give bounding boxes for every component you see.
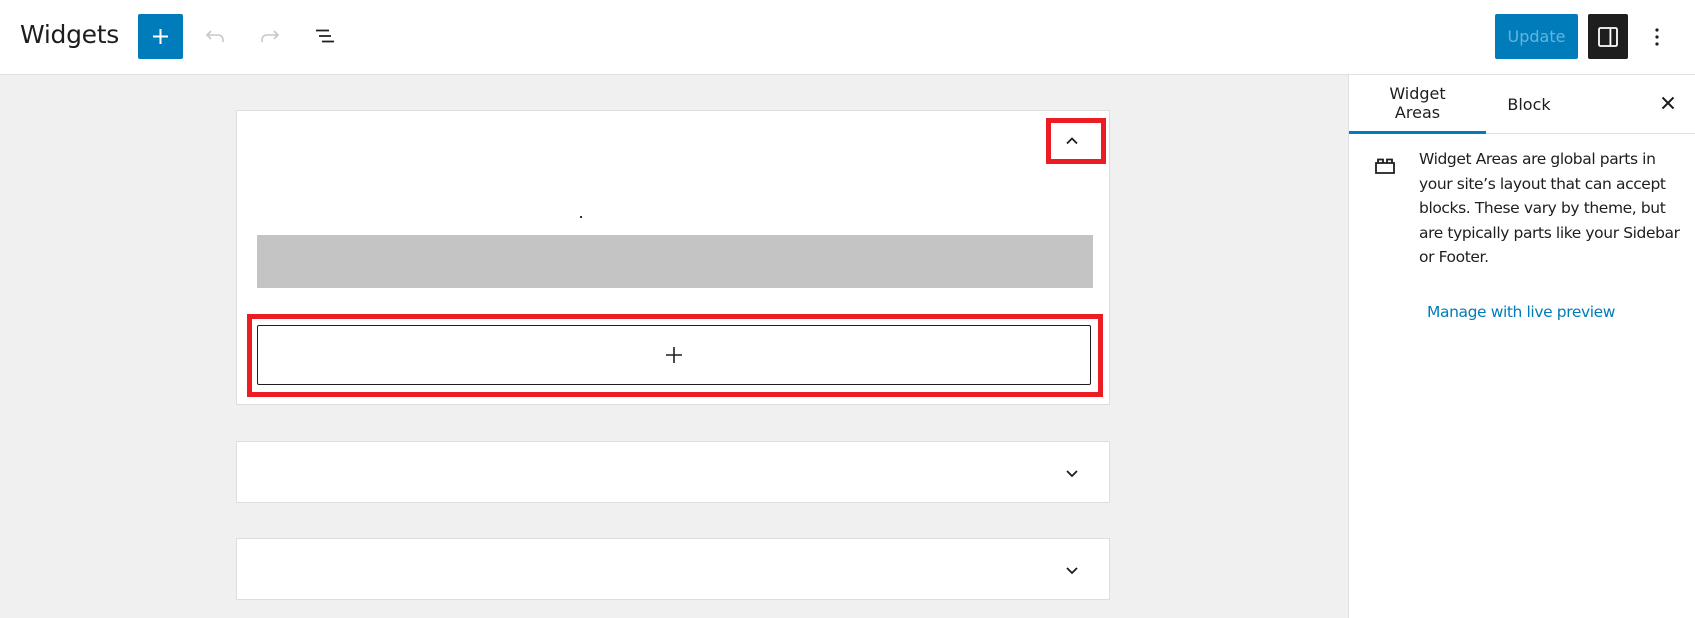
manage-live-preview-link[interactable]: Manage with live preview — [1427, 303, 1615, 321]
close-sidebar-button[interactable] — [1652, 87, 1684, 119]
block-default-icon — [1375, 158, 1395, 174]
sidebar-tabs: Widget Areas Block — [1349, 75, 1695, 134]
list-view-button[interactable] — [303, 14, 348, 59]
more-vertical-icon — [1655, 28, 1659, 46]
undo-button[interactable] — [193, 14, 238, 59]
sidebar-toggle-icon — [1598, 27, 1618, 47]
add-block-appender[interactable] — [257, 325, 1091, 385]
close-icon — [1661, 96, 1675, 110]
update-button[interactable]: Update — [1495, 14, 1578, 59]
redo-icon — [261, 30, 280, 42]
settings-sidebar-toggle[interactable] — [1588, 14, 1628, 59]
empty-heading-placeholder — [580, 216, 582, 218]
tab-widget-areas[interactable]: Widget Areas — [1349, 75, 1486, 134]
options-menu-button[interactable] — [1640, 14, 1674, 59]
plus-icon — [153, 29, 168, 44]
widget-area-expand-toggle[interactable] — [1045, 453, 1099, 493]
widget-area-collapse-toggle[interactable] — [1045, 121, 1099, 161]
widget-area-expand-toggle[interactable] — [1045, 550, 1099, 590]
settings-sidebar: Widget Areas Block Widget Areas are glob… — [1348, 75, 1695, 618]
widget-area-panel — [236, 441, 1110, 503]
add-block-button[interactable] — [138, 14, 183, 59]
widget-area-panel — [236, 538, 1110, 600]
chevron-down-icon — [1066, 567, 1078, 575]
header-toolbar: Widgets Update — [0, 0, 1695, 75]
list-view-icon — [316, 29, 334, 43]
widget-area-panel — [236, 110, 1110, 405]
redo-button[interactable] — [248, 14, 293, 59]
block-placeholder[interactable] — [257, 235, 1093, 288]
widget-areas-description: Widget Areas are global parts in your si… — [1419, 150, 1680, 266]
chevron-down-icon — [1066, 470, 1078, 478]
chevron-up-icon — [1066, 137, 1078, 145]
undo-icon — [205, 30, 224, 42]
plus-icon — [666, 347, 682, 363]
tab-block[interactable]: Block — [1486, 75, 1572, 134]
widgets-canvas — [0, 75, 1348, 618]
page-title: Widgets — [20, 20, 119, 49]
